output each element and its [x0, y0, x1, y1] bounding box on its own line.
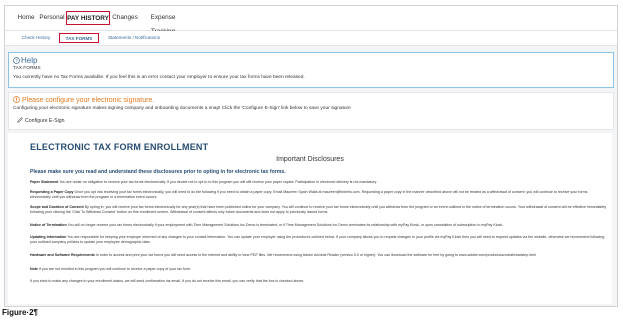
sub-navigation: Check History TAX FORMS Statements / Not… — [5, 31, 617, 46]
disclosure-text: In order to access and print your tax fo… — [95, 253, 536, 257]
disclosure-text: If you elect to make any changes to your… — [30, 279, 305, 283]
esign-alert: Please configure your electronic signatu… — [8, 92, 614, 130]
disclosure-heading: Scope and Duration of Consent — [30, 205, 84, 209]
disclosure-text: By opting in, you will receive your tax … — [30, 205, 607, 214]
help-message: You currently have no Tax Forms availabl… — [13, 75, 305, 80]
help-title: Help — [21, 56, 38, 65]
disclosure-paragraph: Requesting a Paper Copy Once you opt int… — [30, 190, 608, 199]
app-window: Home Personal PAY HISTORY Changes Expens… — [4, 5, 618, 307]
configure-esign-label: Configure E-Sign — [25, 118, 65, 124]
figure-caption: Figure·2¶ — [2, 308, 39, 317]
help-subtitle: TAX FORMS — [13, 66, 41, 71]
svg-text:?: ? — [15, 58, 18, 63]
disclosure-paragraph: Paper Statement You are under no obligat… — [30, 180, 608, 185]
help-icon: ? — [13, 57, 20, 64]
help-panel: ? Help TAX FORMS You currently have no T… — [8, 52, 614, 88]
disclosure-text: You are responsible for keeping your emp… — [30, 235, 605, 244]
disclosure-paragraph: Hardware and Software Requirements In or… — [30, 253, 608, 258]
configure-esign-link[interactable]: Configure E-Sign — [17, 117, 65, 125]
esign-alert-heading: Please configure your electronic signatu… — [13, 96, 154, 105]
disclosure-text: You will no longer receive your tax form… — [67, 223, 504, 227]
disclosure-heading: Paper Statement — [30, 180, 59, 184]
disclosure-heading: Updating Information — [30, 235, 67, 239]
enrollment-title: ELECTRONIC TAX FORM ENROLLMENT — [30, 142, 209, 152]
disclosure-heading: Hardware and Software Requirements — [30, 253, 95, 257]
disclosure-paragraph: Scope and Duration of Consent By opting … — [30, 205, 608, 214]
tab-tax-forms[interactable]: TAX FORMS — [59, 33, 99, 43]
pen-icon — [17, 117, 23, 123]
disclosure-paragraph: Note If you are not enrolled in this pro… — [30, 267, 608, 272]
top-navigation: Home Personal PAY HISTORY Changes Expens… — [5, 6, 617, 35]
help-heading: ? Help — [13, 56, 37, 65]
disclosures-title: Important Disclosures — [276, 156, 344, 163]
disclosure-text: You are under no obligation to receive y… — [59, 180, 378, 184]
disclosure-heading: Requesting a Paper Copy — [30, 190, 74, 194]
nav-changes[interactable]: Changes — [111, 11, 139, 25]
disclosure-paragraph: If you elect to make any changes to your… — [30, 279, 608, 284]
tab-check-history[interactable]: Check History — [19, 33, 53, 43]
warning-icon — [13, 96, 20, 103]
esign-alert-title: Please configure your electronic signatu… — [22, 97, 155, 104]
disclosure-heading: Notice of Termination — [30, 223, 67, 227]
disclosure-text: If you are not enrolled in this program … — [39, 267, 192, 271]
nav-pay-history[interactable]: PAY HISTORY — [66, 11, 110, 25]
nav-personal[interactable]: Personal — [39, 11, 65, 25]
nav-expense-tracking[interactable]: Expense Tracking — [140, 11, 186, 35]
disclosure-paragraph: Notice of Termination You will no longer… — [30, 223, 608, 228]
disclosure-heading: Note — [30, 267, 38, 271]
disclosure-paragraph: Updating Information You are responsible… — [30, 235, 608, 244]
nav-home[interactable]: Home — [15, 11, 37, 25]
tab-statements-notifications[interactable]: Statements / Notifications — [105, 33, 163, 43]
enrollment-panel: ELECTRONIC TAX FORM ENROLLMENT Important… — [8, 133, 612, 304]
esign-alert-message: Configuring your electronic signature ma… — [13, 106, 351, 111]
disclosures-lead: Please make sure you read and understand… — [30, 169, 286, 175]
disclosure-text: Once you opt into receiving your tax for… — [30, 190, 588, 199]
